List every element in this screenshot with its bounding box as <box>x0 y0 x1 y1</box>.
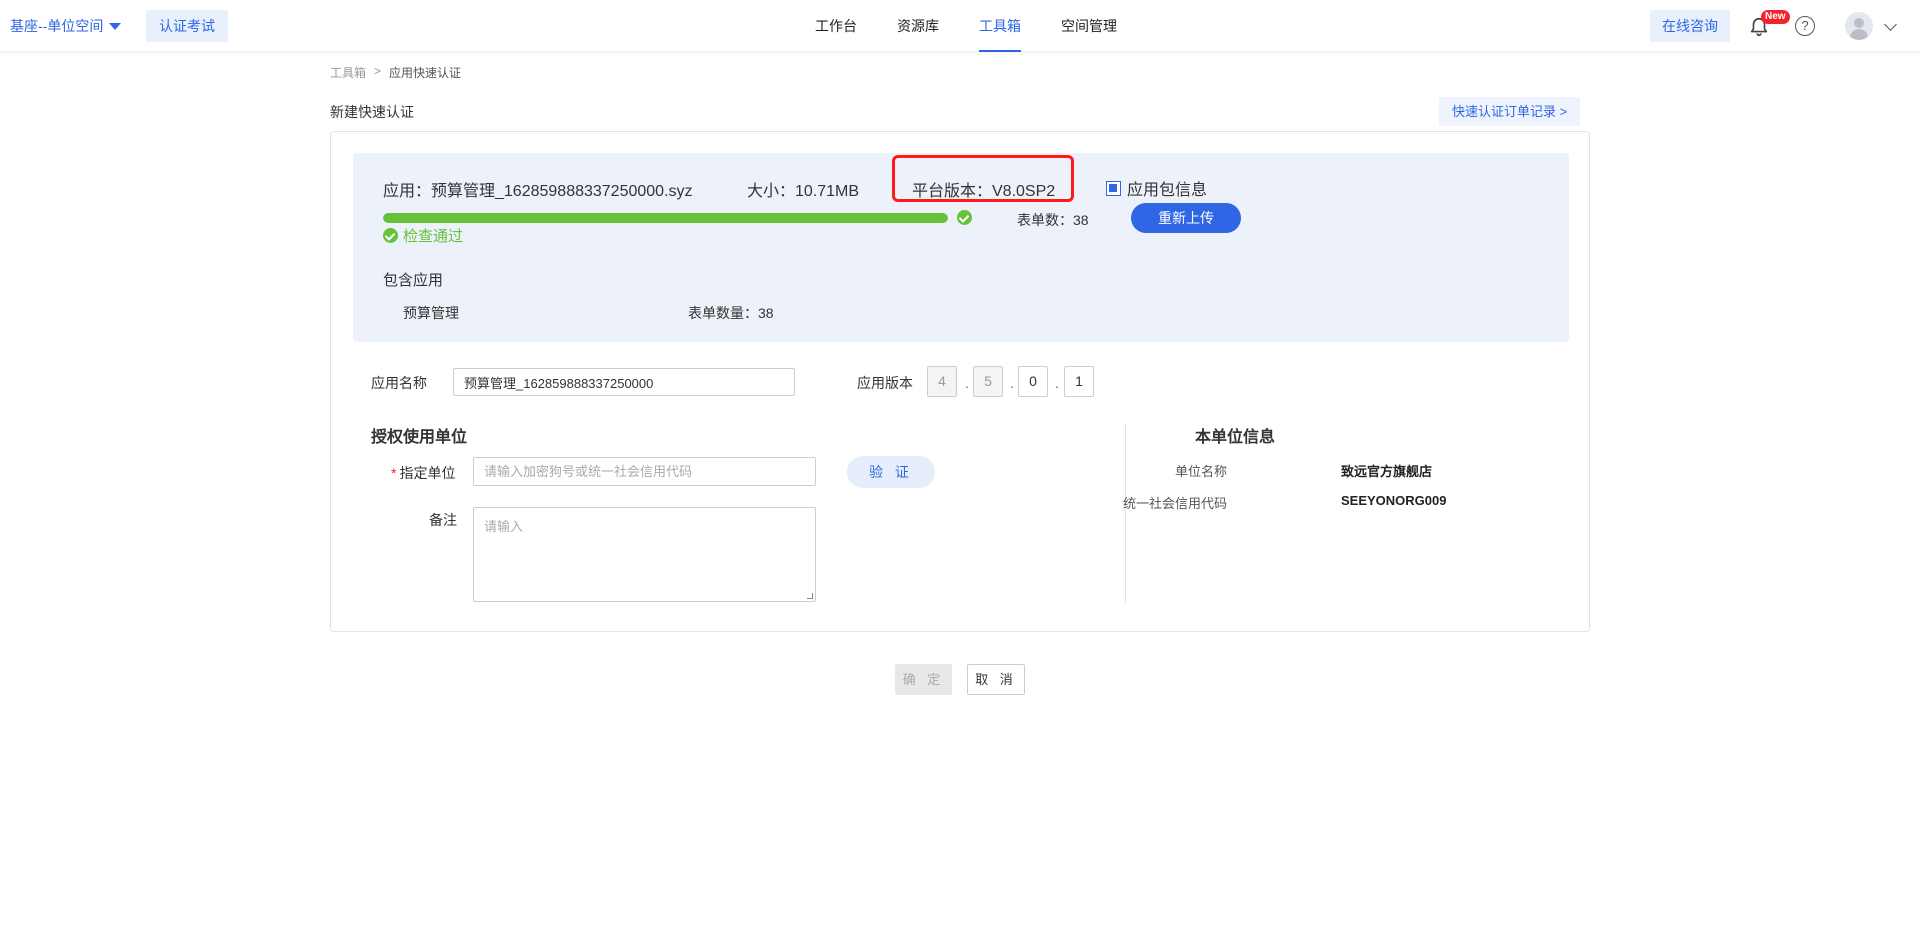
required-mark: * <box>391 465 397 481</box>
confirm-button[interactable]: 确 定 <box>895 664 952 695</box>
designated-unit-label-text: 指定单位 <box>399 465 456 481</box>
space-switcher-label: 基座--单位空间 <box>10 18 104 34</box>
new-badge: New <box>1761 10 1790 24</box>
help-icon[interactable]: ? <box>1795 16 1815 36</box>
app-name-label: 应用名称 <box>371 375 427 391</box>
version-patch-field[interactable]: 0 <box>1018 366 1048 397</box>
version-build-field[interactable]: 1 <box>1064 366 1094 397</box>
certification-order-records-link[interactable]: 快速认证订单记录 > <box>1439 97 1581 126</box>
version-separator: . <box>1010 375 1014 391</box>
package-info-checkbox[interactable]: 应用包信息 <box>1106 176 1207 200</box>
package-info-panel: 应用：预算管理_162859888337250000.syz 大小：10.71M… <box>353 153 1569 342</box>
nav-resource-library[interactable]: 资源库 <box>877 0 959 52</box>
package-size: 大小：10.71MB <box>747 183 860 200</box>
package-info-checkbox-label: 应用包信息 <box>1127 182 1208 199</box>
section-divider <box>1125 423 1126 603</box>
org-code-value: SEEYONORG009 <box>1341 493 1447 508</box>
nav-toolbox[interactable]: 工具箱 <box>959 0 1041 52</box>
breadcrumb-separator: > <box>374 64 382 78</box>
org-code-key: 统一社会信用代码 <box>1122 496 1227 511</box>
upload-progress-bar <box>383 213 948 223</box>
org-info-title: 本单位信息 <box>1195 429 1276 446</box>
avatar-body <box>1850 29 1868 40</box>
org-name-key: 单位名称 <box>1174 464 1227 479</box>
online-consult-button[interactable]: 在线咨询 <box>1650 10 1730 42</box>
remark-placeholder: 请输入 <box>484 519 524 534</box>
certification-form-card: 应用：预算管理_162859888337250000.syz 大小：10.71M… <box>330 131 1590 632</box>
designated-unit-label: * 指定单位 <box>391 463 455 483</box>
verify-button[interactable]: 验 证 <box>847 456 935 488</box>
org-name-value: 致远官方旗舰店 <box>1341 464 1433 479</box>
version-separator: . <box>965 375 969 391</box>
space-switcher[interactable]: 基座--单位空间 <box>10 16 122 36</box>
version-separator: . <box>1055 375 1059 391</box>
check-circle-icon <box>957 210 972 225</box>
cancel-button[interactable]: 取 消 <box>967 664 1025 695</box>
resize-handle-icon[interactable] <box>807 593 813 599</box>
version-major-field: 4 <box>927 366 957 397</box>
nav-space-management[interactable]: 空间管理 <box>1041 0 1137 52</box>
app-version-label: 应用版本 <box>857 375 913 391</box>
check-circle-icon <box>383 228 398 243</box>
designated-unit-input[interactable]: 请输入加密狗号或统一社会信用代码 <box>473 457 816 486</box>
nav-workbench[interactable]: 工作台 <box>795 0 877 52</box>
breadcrumb-toolbox[interactable]: 工具箱 <box>330 64 366 81</box>
platform-version: 平台版本：V8.0SP2 <box>912 183 1056 200</box>
caret-down-icon <box>109 22 122 30</box>
remark-label: 备注 <box>429 512 457 528</box>
reupload-button[interactable]: 重新上传 <box>1131 203 1241 233</box>
form-count: 表单数：38 <box>1017 212 1089 228</box>
contained-app-name: 预算管理 <box>403 305 459 321</box>
version-minor-field: 5 <box>973 366 1003 397</box>
remark-textarea[interactable]: 请输入 <box>473 507 816 602</box>
upload-progress-fill <box>383 213 948 223</box>
contained-apps-title: 包含应用 <box>383 272 444 289</box>
authorized-unit-section-title: 授权使用单位 <box>371 429 468 446</box>
contained-app-form-count: 表单数量：38 <box>688 305 774 321</box>
main-nav: 工作台 资源库 工具箱 空间管理 <box>795 0 1137 52</box>
check-passed-status: 检查通过 <box>383 225 463 246</box>
breadcrumb: 工具箱 > 应用快速认证 <box>330 64 461 81</box>
avatar-head <box>1854 18 1864 28</box>
app-name-input[interactable] <box>453 368 795 396</box>
checkbox-icon[interactable] <box>1106 180 1121 196</box>
package-file-name: 应用：预算管理_162859888337250000.syz <box>383 183 693 200</box>
breadcrumb-current: 应用快速认证 <box>389 66 462 80</box>
top-bar: 基座--单位空间 认证考试 工作台 资源库 工具箱 空间管理 在线咨询 New … <box>0 0 1920 52</box>
avatar[interactable] <box>1845 12 1873 40</box>
page-title: 新建快速认证 <box>330 104 414 120</box>
chevron-down-icon[interactable] <box>1884 18 1897 31</box>
certification-exam-button[interactable]: 认证考试 <box>146 10 228 42</box>
check-passed-label: 检查通过 <box>403 228 464 245</box>
